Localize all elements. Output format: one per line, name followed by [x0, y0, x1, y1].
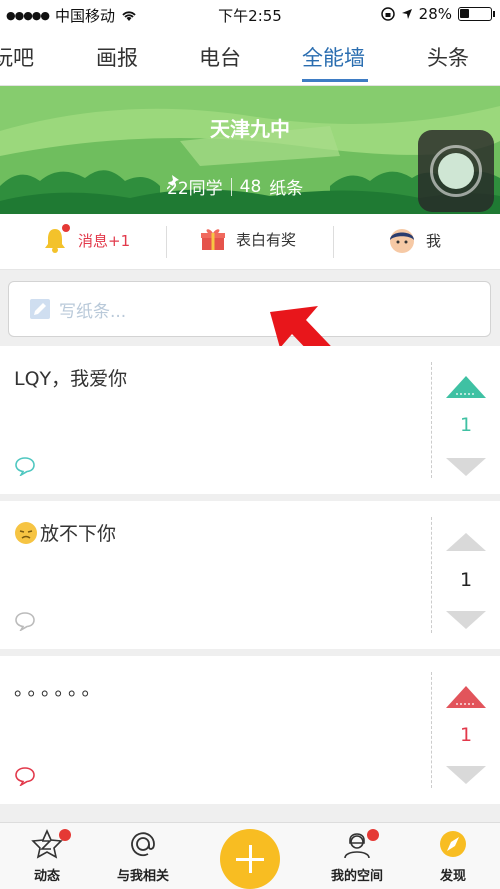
notes-count: 48: [239, 176, 262, 197]
bottom-nav: 动态 与我相关 我的空间 发现: [0, 822, 500, 889]
battery-icon: [458, 7, 495, 21]
compose-note-input[interactable]: 写纸条...: [8, 281, 491, 337]
messages-label: 消息+1: [78, 231, 131, 250]
tab-play[interactable]: 玩吧: [0, 42, 34, 72]
action-row: 消息+1 表白有奖 我: [0, 214, 500, 270]
nav-feed[interactable]: 动态: [2, 829, 92, 884]
tab-headlines[interactable]: 头条: [427, 42, 469, 72]
stats-divider: [230, 177, 232, 196]
nav-mentions[interactable]: 与我相关: [98, 829, 188, 884]
tab-wall[interactable]: 全能墙: [302, 42, 365, 72]
me-button[interactable]: 我: [388, 226, 441, 254]
rotation-lock-icon: [380, 7, 395, 21]
compose-placeholder: 写纸条...: [59, 301, 127, 322]
pin-icon: [167, 175, 179, 190]
nav-discover-label: 发现: [439, 869, 466, 884]
active-tab-indicator: [302, 79, 368, 82]
nav-feed-label: 动态: [33, 869, 60, 884]
confession-label: 表白有奖: [236, 230, 297, 249]
nav-my-space-label: 我的空间: [330, 869, 383, 884]
note-text: 放不下你: [40, 523, 117, 545]
messages-button[interactable]: 消息+1: [42, 224, 131, 254]
upvote-icon[interactable]: [444, 531, 488, 553]
note-text: LQY，我爱你: [14, 368, 128, 390]
banner-stats: 22同学 48 纸条: [167, 174, 303, 199]
sad-face-icon: [15, 521, 37, 544]
notification-dot: [62, 224, 70, 232]
notification-dot: [367, 829, 379, 841]
comment-icon[interactable]: [14, 611, 36, 631]
battery-percent: 28%: [418, 5, 452, 23]
notification-dot: [59, 829, 71, 841]
divider: [166, 226, 167, 258]
note-text-row: 放不下你: [14, 519, 116, 546]
nav-my-space[interactable]: 我的空间: [312, 829, 402, 884]
vote-count: 1: [459, 569, 473, 591]
note-text: 。。。。。。: [14, 678, 105, 700]
downvote-icon[interactable]: [444, 764, 488, 786]
compass-icon: [440, 831, 466, 857]
vote-count: 1: [459, 724, 473, 746]
avatar-icon: [390, 229, 414, 253]
status-bar: ●●●●● 中国移动 下午2:55 28%: [0, 0, 500, 28]
downvote-icon[interactable]: [444, 456, 488, 478]
note-card[interactable]: 。。。。。。 1: [0, 656, 500, 804]
tab-radio[interactable]: 电台: [199, 42, 241, 72]
at-icon: [131, 832, 155, 857]
upvote-icon[interactable]: [444, 374, 488, 400]
note-card[interactable]: LQY，我爱你 1: [0, 346, 500, 494]
tab-pictorial[interactable]: 画报: [96, 42, 138, 72]
nav-mentions-label: 与我相关: [116, 869, 169, 884]
me-label: 我: [426, 231, 442, 250]
pencil-icon: [30, 299, 50, 319]
comment-icon[interactable]: [14, 456, 36, 476]
gift-icon: [201, 229, 225, 250]
note-card[interactable]: 放不下你 1: [0, 501, 500, 649]
upvote-icon[interactable]: [444, 684, 488, 710]
assistive-touch-button[interactable]: [418, 130, 494, 212]
location-icon: [401, 9, 412, 19]
vote-count: 1: [459, 414, 473, 436]
confession-button[interactable]: 表白有奖: [200, 226, 296, 252]
notes-label: 纸条: [269, 179, 304, 199]
downvote-icon[interactable]: [444, 609, 488, 631]
top-tab-bar: 玩吧 画报 电台 全能墙 头条: [0, 28, 500, 86]
divider: [333, 226, 334, 258]
compose-fab-button[interactable]: [220, 829, 280, 889]
comment-icon[interactable]: [14, 766, 36, 786]
nav-discover[interactable]: 发现: [408, 829, 498, 884]
